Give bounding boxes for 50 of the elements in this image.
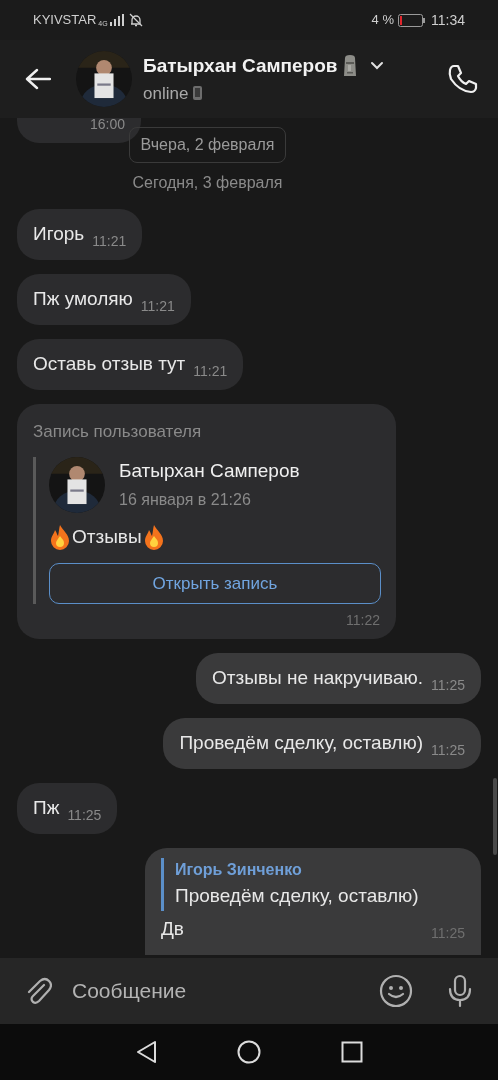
message-time: 11:22 [346, 611, 380, 630]
quote-text: Проведём сделку, оставлю) [175, 884, 420, 908]
circle-icon [237, 1040, 261, 1064]
phone-icon [447, 63, 479, 95]
post-author: Батырхан Самперов [119, 459, 300, 484]
message-text: Пж [33, 796, 60, 821]
message-text: Отзывы не накручиваю. [212, 666, 423, 691]
recents-nav-button[interactable] [341, 1041, 363, 1063]
post-label: Запись пользователя [33, 421, 203, 443]
message-time: 11:21 [193, 362, 228, 381]
message-time: 11:21 [140, 297, 175, 316]
triangle-icon [135, 1040, 157, 1064]
post-date: 16 января в 21:26 [119, 489, 252, 510]
quote-author: Игорь Зинченко [175, 860, 303, 880]
stone-head-icon [341, 54, 358, 79]
fire-icon [142, 523, 165, 550]
battery-percent: 4 % [371, 11, 394, 30]
back-arrow-icon [25, 68, 51, 90]
message-time: 11:25 [431, 676, 465, 695]
message-text: Игорь [33, 222, 85, 247]
post-text: Отзывы [72, 524, 142, 549]
open-post-button[interactable]: Открыть запись [49, 563, 381, 604]
message-composer[interactable]: Сообщение [0, 958, 498, 1024]
scrollbar-thumb[interactable] [493, 778, 497, 855]
battery-icon [398, 13, 426, 27]
message-text: Пж умоляю [33, 287, 133, 312]
message-time: 16:00 [89, 118, 125, 134]
date-separator: Сегодня, 3 февраля [132, 173, 283, 193]
message-time: 11:25 [67, 806, 102, 825]
signal-icon [109, 14, 124, 26]
back-nav-button[interactable] [135, 1040, 157, 1064]
home-nav-button[interactable] [237, 1040, 261, 1064]
fire-icon [49, 523, 71, 550]
contact-name: Батырхан Самперов [143, 54, 338, 78]
message-text: Проведём сделку, оставлю) [179, 731, 423, 756]
message-time: 11:21 [92, 232, 127, 251]
muted-bell-icon [128, 13, 143, 27]
message-time: 11:25 [431, 741, 465, 760]
message-text: Дв [161, 916, 184, 941]
message-text: Оставь отзыв тут [33, 352, 186, 377]
square-icon [341, 1041, 363, 1063]
clock: 11:34 [431, 10, 465, 30]
phone-device-icon [193, 86, 203, 101]
smiley-icon [379, 974, 413, 1008]
carrier-name: KYIVSTAR [33, 11, 97, 30]
message-input[interactable]: Сообщение [72, 975, 374, 1007]
chevron-down-icon[interactable] [369, 61, 384, 72]
online-status: online [143, 82, 189, 105]
date-separator: Вчера, 2 февраля [128, 127, 287, 163]
microphone-icon [446, 974, 474, 1008]
